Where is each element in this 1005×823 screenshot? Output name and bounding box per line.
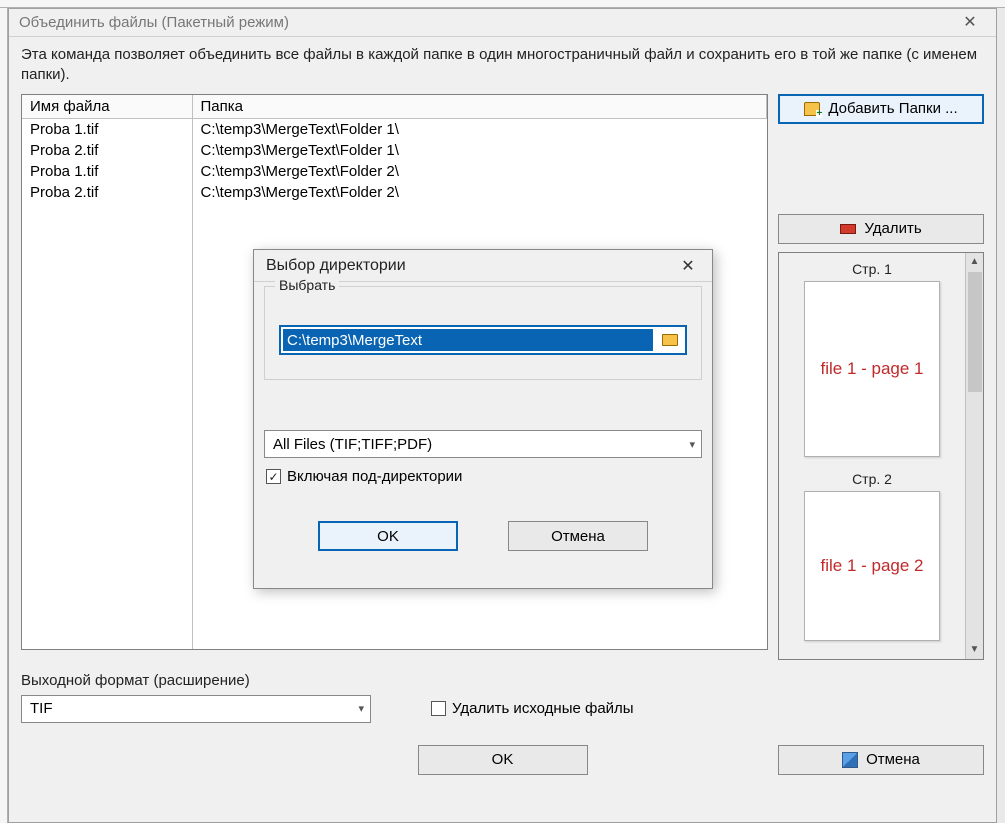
ruler-left (0, 8, 8, 823)
col-header-folder[interactable]: Папка (192, 95, 767, 119)
cell-folder: C:\temp3\MergeText\Folder 2\ (192, 182, 767, 203)
delete-icon (840, 221, 856, 237)
dialog-buttons: OK Отмена (254, 521, 712, 551)
select-group-label: Выбрать (275, 277, 339, 293)
table-row[interactable]: Proba 1.tif C:\temp3\MergeText\Folder 2\ (22, 161, 767, 182)
cell-folder: C:\temp3\MergeText\Folder 2\ (192, 161, 767, 182)
cancel-icon (842, 752, 858, 768)
table-row[interactable]: Proba 1.tif C:\temp3\MergeText\Folder 1\ (22, 118, 767, 140)
main-cancel-button[interactable]: Отмена (778, 745, 984, 775)
preview-page-thumbnail[interactable]: file 1 - page 1 (804, 281, 940, 457)
delete-sources-checkbox[interactable] (431, 701, 446, 716)
directory-dialog: Выбор директории ✕ Выбрать C:\temp3\Merg… (253, 249, 713, 589)
cell-file: Proba 2.tif (22, 140, 192, 161)
preview-page-text: file 1 - page 1 (820, 359, 923, 379)
file-filter-value: All Files (TIF;TIFF;PDF) (273, 436, 432, 453)
include-subdirs-checkbox[interactable]: ✓ (266, 469, 281, 484)
cell-file: Proba 1.tif (22, 161, 192, 182)
folder-icon (662, 334, 678, 346)
path-input[interactable]: C:\temp3\MergeText (279, 325, 687, 355)
bottom-buttons: OK Отмена (9, 729, 996, 785)
preview-page-label: Стр. 1 (852, 261, 892, 277)
dialog-cancel-label: Отмена (551, 528, 605, 545)
delete-sources-checkbox-row[interactable]: Удалить исходные файлы (431, 700, 634, 717)
include-subdirs-label: Включая под-директории (287, 468, 462, 485)
cell-folder: C:\temp3\MergeText\Folder 1\ (192, 140, 767, 161)
scroll-up-button[interactable]: ▲ (966, 253, 983, 271)
cell-folder: C:\temp3\MergeText\Folder 1\ (192, 118, 767, 140)
col-header-filename[interactable]: Имя файла (22, 95, 192, 119)
table-row[interactable]: Proba 2.tif C:\temp3\MergeText\Folder 1\ (22, 140, 767, 161)
add-folders-label: Добавить Папки ... (828, 100, 957, 117)
file-filter-select[interactable]: All Files (TIF;TIFF;PDF) ▾ (264, 430, 702, 458)
cell-file: Proba 2.tif (22, 182, 192, 203)
ok-label: OK (492, 751, 514, 768)
titlebar: Объединить файлы (Пакетный режим) ✕ (9, 9, 996, 37)
delete-label: Удалить (864, 220, 921, 237)
scroll-thumb[interactable] (968, 272, 982, 392)
output-format-value: TIF (30, 700, 53, 717)
preview-page-thumbnail[interactable]: file 1 - page 2 (804, 491, 940, 641)
preview-page-text: file 1 - page 2 (820, 556, 923, 576)
dialog-cancel-button[interactable]: Отмена (508, 521, 648, 551)
output-format-label: Выходной формат (расширение) (21, 672, 984, 689)
table-row[interactable]: Proba 2.tif C:\temp3\MergeText\Folder 2\ (22, 182, 767, 203)
path-value[interactable]: C:\temp3\MergeText (283, 329, 653, 351)
cell-file: Proba 1.tif (22, 118, 192, 140)
main-window: Объединить файлы (Пакетный режим) ✕ Эта … (8, 8, 997, 823)
output-format-select[interactable]: TIF ▾ (21, 695, 371, 723)
spacer (778, 124, 984, 214)
add-folders-button[interactable]: Добавить Папки ... (778, 94, 984, 124)
delete-sources-label: Удалить исходные файлы (452, 700, 634, 717)
chevron-down-icon: ▾ (358, 702, 364, 715)
cancel-label: Отмена (866, 751, 920, 768)
window-close-button[interactable]: ✕ (950, 9, 990, 37)
dialog-title: Выбор директории (266, 257, 406, 275)
dialog-ok-label: OK (377, 528, 399, 545)
main-ok-button[interactable]: OK (418, 745, 588, 775)
output-area: Выходной формат (расширение) TIF ▾ Удали… (9, 660, 996, 729)
dialog-ok-button[interactable]: OK (318, 521, 458, 551)
select-group: Выбрать C:\temp3\MergeText (264, 286, 702, 380)
preview-scrollbar[interactable]: ▲ ▼ (965, 253, 983, 659)
right-panel: Добавить Папки ... Удалить Стр. 1 file 1… (778, 94, 984, 660)
ruler-top (0, 0, 1005, 8)
table-column-divider (192, 95, 193, 649)
folder-add-icon (804, 101, 820, 117)
chevron-down-icon: ▾ (689, 438, 695, 451)
preview-page-label: Стр. 2 (852, 471, 892, 487)
description-text: Эта команда позволяет объединить все фай… (9, 37, 996, 90)
delete-button[interactable]: Удалить (778, 214, 984, 244)
dialog-close-button[interactable]: ✕ (672, 256, 704, 276)
browse-button[interactable] (657, 329, 683, 351)
scroll-down-button[interactable]: ▼ (966, 641, 983, 659)
window-title: Объединить файлы (Пакетный режим) (19, 9, 289, 37)
preview-panel: Стр. 1 file 1 - page 1 Стр. 2 file 1 - p… (778, 252, 984, 660)
preview-list[interactable]: Стр. 1 file 1 - page 1 Стр. 2 file 1 - p… (779, 253, 965, 659)
include-subdirs-row[interactable]: ✓ Включая под-директории (266, 468, 704, 485)
